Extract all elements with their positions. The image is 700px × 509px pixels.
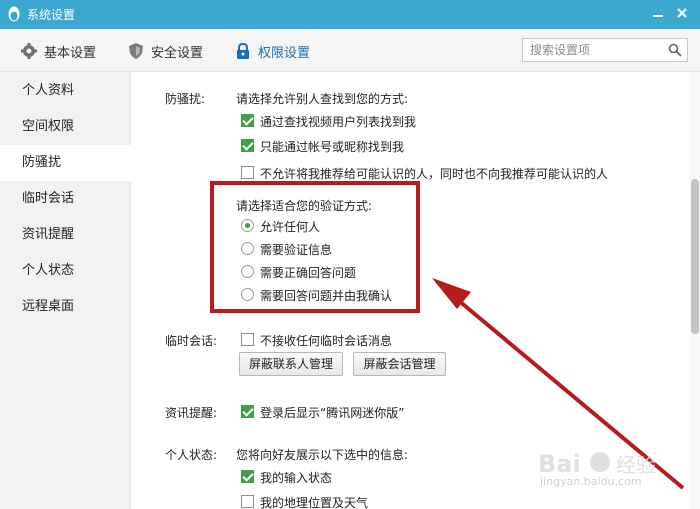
tab-label: 安全设置 <box>151 45 204 61</box>
checkbox-find-by-account[interactable] <box>241 139 254 152</box>
tab-basic-settings[interactable]: 基本设置 <box>20 40 96 62</box>
search-icon[interactable] <box>668 43 682 57</box>
option-label: 不允许将我推荐给可能认识的人，同时也不向我推荐可能认识的人 <box>260 167 609 181</box>
section-label-anti-harass: 防骚扰: <box>165 92 206 106</box>
sidebar-item-profile[interactable]: 个人资料 <box>0 73 131 109</box>
checkbox-typing-status[interactable] <box>241 470 254 483</box>
sidebar-item-status[interactable]: 个人状态 <box>0 253 131 289</box>
option-label: 只能通过帐号或昵称找到我 <box>260 140 405 154</box>
svg-text:Bai: Bai <box>538 450 581 478</box>
annotation-highlight-box <box>210 181 420 313</box>
search-input[interactable] <box>523 39 661 61</box>
tab-label: 基本设置 <box>44 45 97 61</box>
sidebar-item-remote-desktop[interactable]: 远程桌面 <box>0 289 131 325</box>
settings-sidebar: 个人资料 空间权限 防骚扰 临时会话 资讯提醒 个人状态 远程桌面 <box>0 72 132 509</box>
sidebar-item-label: 个人资料 <box>22 83 75 98</box>
option-label: 不接收任何临时会话消息 <box>260 334 393 348</box>
status-prompt: 您将向好友展示以下选中的信息: <box>236 448 409 462</box>
minimize-icon[interactable] <box>649 4 667 22</box>
scrollbar-thumb[interactable] <box>691 179 699 334</box>
tab-label: 权限设置 <box>258 45 311 61</box>
qq-penguin-icon <box>8 6 20 22</box>
sidebar-item-label: 远程桌面 <box>22 299 75 314</box>
shield-icon <box>129 43 143 59</box>
sidebar-item-news[interactable]: 资讯提醒 <box>0 217 131 253</box>
sidebar-item-label: 空间权限 <box>22 119 75 134</box>
sidebar-item-anti-harass[interactable]: 防骚扰 <box>0 145 132 181</box>
checkbox-reject-temp-session[interactable] <box>241 333 254 346</box>
option-label: 我的输入状态 <box>260 471 333 485</box>
checkbox-find-by-video-list[interactable] <box>241 114 254 127</box>
checkbox-location-weather[interactable] <box>241 495 254 508</box>
sidebar-item-label: 临时会话 <box>22 191 75 206</box>
baidu-watermark-logo: Bai 经验 <box>538 450 656 478</box>
sidebar-item-label: 个人状态 <box>22 263 75 278</box>
checkbox-show-tencent-mini[interactable] <box>241 405 254 418</box>
title-bar: 系统设置 <box>0 0 700 29</box>
tab-permission-settings[interactable]: 权限设置 <box>234 40 310 62</box>
sidebar-item-label: 资讯提醒 <box>22 227 75 242</box>
content-scrollbar[interactable] <box>690 72 700 509</box>
option-label: 登录后显示“腾讯网迷你版” <box>260 406 405 420</box>
option-label: 我的地理位置及天气 <box>260 496 369 509</box>
svg-text:经验: 经验 <box>616 453 656 477</box>
settings-tabbar: 基本设置 安全设置 权限设置 <box>0 29 700 72</box>
checkbox-no-recommend[interactable] <box>241 166 254 179</box>
blocked-sessions-button[interactable]: 屏蔽会话管理 <box>353 352 446 376</box>
search-box[interactable] <box>522 38 688 62</box>
sidebar-item-temp-session[interactable]: 临时会话 <box>0 181 131 217</box>
option-label: 通过查找视频用户列表找到我 <box>260 115 417 129</box>
tab-security-settings[interactable]: 安全设置 <box>127 40 203 62</box>
blocked-contacts-button[interactable]: 屏蔽联系人管理 <box>239 352 343 376</box>
section-label-temp-session: 临时会话: <box>165 334 218 348</box>
find-method-prompt: 请选择允许别人查找到您的方式: <box>236 92 409 106</box>
watermark-url: jingyan.baidu.com <box>540 475 642 488</box>
section-label-status: 个人状态: <box>165 448 218 462</box>
section-label-news: 资讯提醒: <box>165 406 218 420</box>
window-title: 系统设置 <box>27 8 76 22</box>
sidebar-item-label: 防骚扰 <box>22 155 62 170</box>
sidebar-item-space-permission[interactable]: 空间权限 <box>0 109 131 145</box>
close-icon[interactable] <box>673 4 691 22</box>
gear-icon <box>21 43 37 59</box>
lock-icon <box>237 42 249 59</box>
